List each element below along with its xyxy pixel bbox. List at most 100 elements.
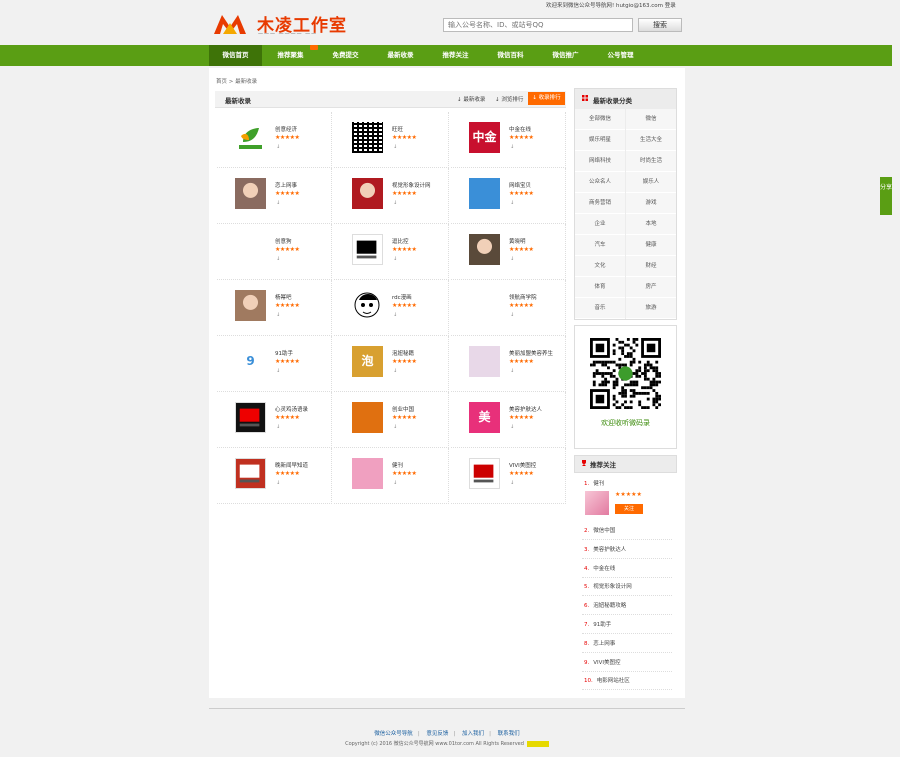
download-icon[interactable]: ↓ [393, 144, 397, 150]
app-name[interactable]: 创意经济 [275, 125, 297, 133]
download-icon[interactable]: ↓ [276, 256, 280, 262]
recommend-item[interactable]: 9. VIVI美图控 [584, 658, 621, 666]
app-name[interactable]: 领航商学院 [509, 293, 537, 301]
recommend-item[interactable]: 8. 恋上网事 [584, 639, 615, 647]
news-logo-icon[interactable] [235, 458, 266, 489]
footer-link[interactable]: 微信公众号导航 [374, 731, 413, 737]
91-logo-icon[interactable]: 9 [235, 346, 266, 377]
category-item[interactable]: 娱乐人 [626, 172, 676, 193]
download-icon[interactable]: ↓ [276, 368, 280, 374]
app-name[interactable]: 健刊 [392, 461, 403, 469]
download-icon[interactable]: ↓ [393, 424, 397, 430]
blue-cartoon-icon[interactable] [469, 178, 500, 209]
qr-code-icon[interactable] [352, 122, 383, 153]
app-name[interactable]: 中金在线 [509, 125, 531, 133]
category-item[interactable]: 汽车 [575, 235, 625, 256]
category-item[interactable]: 体育 [575, 277, 625, 298]
photo-woman2-icon[interactable] [235, 290, 266, 321]
sort-tab-latest[interactable]: ↓ 最新收录 [457, 95, 485, 103]
category-item[interactable]: 本地 [626, 214, 676, 235]
photo-man-icon[interactable] [469, 234, 500, 265]
app-name[interactable]: 逗比控 [392, 237, 409, 245]
category-item[interactable]: 音乐 [575, 298, 625, 319]
zhongjin-logo-icon[interactable]: 中金 [469, 122, 500, 153]
app-name[interactable]: rdc漫画 [392, 293, 412, 301]
nav-item-follow[interactable]: 推荐关注 [429, 45, 482, 66]
mei-logo-icon[interactable]: 美 [469, 402, 500, 433]
cartoon-face-icon[interactable] [352, 290, 383, 321]
download-icon[interactable]: ↓ [393, 480, 397, 486]
recommend-item-first[interactable]: 1. 健刊 [584, 479, 604, 487]
category-item[interactable]: 全部微信 [575, 109, 625, 130]
follow-button[interactable]: 关注 [615, 504, 643, 514]
app-name[interactable]: 美丽加盟美容养生 [509, 349, 553, 357]
recommend-item[interactable]: 6. 泡妞秘籍攻略 [584, 601, 626, 609]
footer-link[interactable]: 加入我们 [462, 731, 484, 737]
photo-woman-icon[interactable] [235, 178, 266, 209]
nav-item-manage[interactable]: 公号管理 [594, 45, 647, 66]
sort-tab-views[interactable]: ↓ 浏览排行 [495, 95, 523, 103]
search-input[interactable] [443, 18, 633, 32]
recommend-avatar[interactable] [585, 491, 609, 515]
download-icon[interactable]: ↓ [510, 424, 514, 430]
category-item[interactable]: 微信 [626, 109, 676, 130]
sort-tab-collect[interactable]: ↓ 收录排行 [528, 92, 565, 105]
nav-item-wiki[interactable]: 微信百科 [484, 45, 537, 66]
logo-mark-icon[interactable] [213, 13, 247, 35]
paoniu-logo-icon[interactable]: 泡 [352, 346, 383, 377]
recommend-item[interactable]: 7. 91助手 [584, 620, 611, 628]
category-item[interactable]: 网络科技 [575, 151, 625, 172]
footer-link[interactable]: 联系我们 [498, 731, 520, 737]
search-button[interactable]: 搜索 [638, 18, 682, 32]
category-item[interactable]: 商务营销 [575, 193, 625, 214]
vivi-logo-icon[interactable] [469, 458, 500, 489]
text-logo-icon[interactable] [469, 290, 500, 321]
recommend-item[interactable]: 5. 视觉形象设计网 [584, 582, 632, 590]
footer-link[interactable]: 意见反馈 [426, 731, 448, 737]
category-item[interactable]: 企业 [575, 214, 625, 235]
stats-badge-icon[interactable] [526, 740, 549, 747]
app-name[interactable]: 网络宝贝 [509, 181, 531, 189]
app-name[interactable]: 杨幂吧 [275, 293, 292, 301]
red-lips-icon[interactable] [352, 178, 383, 209]
dog-drawing-icon[interactable] [235, 234, 266, 265]
category-item[interactable]: 娱乐明星 [575, 130, 625, 151]
download-icon[interactable]: ↓ [276, 200, 280, 206]
category-item[interactable]: 生活大全 [626, 130, 676, 151]
app-name[interactable]: 心灵鸡汤语录 [275, 405, 308, 413]
app-name[interactable]: VIVI美图控 [509, 461, 536, 469]
app-name[interactable]: 晚新闻早知道 [275, 461, 308, 469]
download-icon[interactable]: ↓ [510, 144, 514, 150]
bw-logo-icon[interactable] [352, 234, 383, 265]
download-icon[interactable]: ↓ [510, 200, 514, 206]
top-notice[interactable]: 欢迎来到微信公众号导航网! hutgio@163.com 登录 [546, 1, 676, 9]
app-name[interactable]: 泡妞秘籍 [392, 349, 414, 357]
category-item[interactable]: 时尚生活 [626, 151, 676, 172]
breadcrumb-home[interactable]: 首页 [216, 79, 227, 85]
download-icon[interactable]: ↓ [276, 424, 280, 430]
category-item[interactable]: 旅游 [626, 298, 676, 319]
share-tab[interactable]: 分享 [880, 177, 892, 215]
download-icon[interactable]: ↓ [510, 480, 514, 486]
download-icon[interactable]: ↓ [393, 200, 397, 206]
category-item[interactable]: 游戏 [626, 193, 676, 214]
category-item[interactable]: 文化 [575, 256, 625, 277]
recommend-item[interactable]: 4. 中金在线 [584, 564, 615, 572]
download-icon[interactable]: ↓ [276, 312, 280, 318]
download-icon[interactable]: ↓ [393, 312, 397, 318]
app-name[interactable]: 旺旺 [392, 125, 403, 133]
app-name[interactable]: 视觉形象设计网 [392, 181, 431, 189]
recommend-item[interactable]: 2. 微信中国 [584, 526, 615, 534]
app-name[interactable]: 91助手 [275, 349, 293, 357]
download-icon[interactable]: ↓ [510, 312, 514, 318]
recommend-item[interactable]: 10. 电影网站社区 [584, 676, 630, 684]
pink-flower-icon[interactable] [352, 458, 383, 489]
heart-logo-icon[interactable] [235, 402, 266, 433]
category-item[interactable]: 房产 [626, 277, 676, 298]
download-icon[interactable]: ↓ [393, 368, 397, 374]
download-icon[interactable]: ↓ [276, 144, 280, 150]
category-item[interactable]: 财经 [626, 256, 676, 277]
app-name[interactable]: 创业中国 [392, 405, 414, 413]
category-item[interactable]: 公众名人 [575, 172, 625, 193]
app-name[interactable]: 黄晓明 [509, 237, 526, 245]
